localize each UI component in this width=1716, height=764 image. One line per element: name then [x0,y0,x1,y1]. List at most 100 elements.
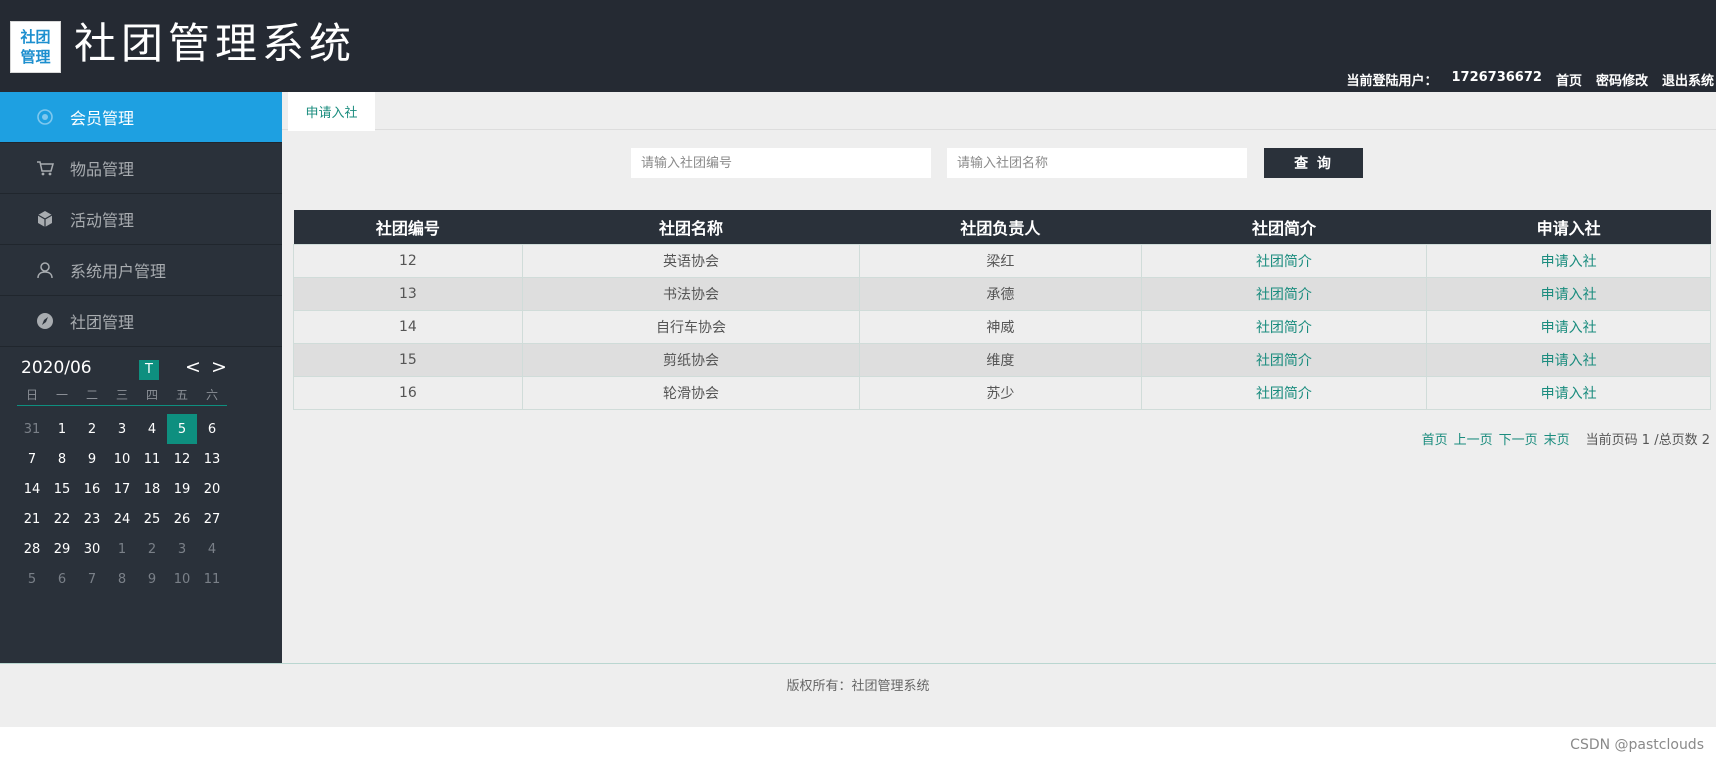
club-intro-link[interactable]: 社团简介 [1140,276,1428,311]
calendar-day[interactable]: 26 [167,504,197,534]
calendar-today-button[interactable]: T [139,360,159,380]
calendar-day[interactable]: 12 [167,444,197,474]
sidebar-item-club[interactable]: 社团管理 [0,296,282,347]
calendar-day[interactable]: 8 [107,564,137,594]
calendar-day[interactable]: 6 [197,414,227,444]
calendar-day[interactable]: 7 [17,444,47,474]
calendar-day[interactable]: 16 [77,474,107,504]
apply-join-link[interactable]: 申请入社 [1426,342,1711,377]
calendar-day[interactable]: 11 [137,444,167,474]
club-intro-link[interactable]: 社团简介 [1140,243,1428,278]
sidebar-item-goods[interactable]: 物品管理 [0,143,282,194]
sidebar: 会员管理 物品管理 活动管理 系统用户管理 社团管理 2020/06 T < >… [0,92,282,663]
calendar-prev-button[interactable]: < [185,356,201,378]
club-name-cell: 英语协会 [521,243,861,278]
apply-join-link[interactable]: 申请入社 [1426,309,1711,344]
calendar-day[interactable]: 25 [137,504,167,534]
club-name-cell: 轮滑协会 [521,375,861,410]
table-row: 13 书法协会 承德 社团简介 申请入社 [293,276,1711,311]
calendar-day[interactable]: 30 [77,534,107,564]
column-header: 申请入社 [1426,210,1711,244]
calendar-day[interactable]: 24 [107,504,137,534]
calendar-day[interactable]: 31 [17,414,47,444]
club-name-input[interactable] [947,148,1247,178]
prev-page-link[interactable]: 上一页 [1454,429,1493,448]
first-page-link[interactable]: 首页 [1422,429,1448,448]
calendar-day[interactable]: 10 [167,564,197,594]
calendar-day[interactable]: 9 [77,444,107,474]
club-name-cell: 自行车协会 [521,309,861,344]
calendar-day[interactable]: 19 [167,474,197,504]
table-row: 16 轮滑协会 苏少 社团简介 申请入社 [293,375,1711,410]
club-leader-cell: 承德 [859,276,1142,311]
user-icon [34,259,56,281]
calendar-day[interactable]: 27 [197,504,227,534]
calendar-day[interactable]: 13 [197,444,227,474]
club-number-cell: 12 [293,243,523,278]
club-name-cell: 剪纸协会 [521,342,861,377]
calendar-day[interactable]: 20 [197,474,227,504]
tab-bar: 申请入社 [282,92,1716,131]
calendar-weekday: 二 [85,388,98,402]
table-header-row: 社团编号 社团名称 社团负责人 社团简介 申请入社 [293,210,1711,244]
sidebar-item-label: 活动管理 [70,211,135,230]
calendar-day[interactable]: 4 [197,534,227,564]
club-intro-link[interactable]: 社团简介 [1140,342,1428,377]
tab-apply-join[interactable]: 申请入社 [288,92,375,131]
club-intro-link[interactable]: 社团简介 [1140,375,1428,410]
member-icon [34,106,56,128]
search-button[interactable]: 查 询 [1264,148,1363,178]
calendar-weekday: 四 [145,388,158,402]
main-content: 申请入社 查 询 社团编号 社团名称 社团负责人 社团简介 申请入社 12英语协… [282,92,1716,663]
last-page-link[interactable]: 末页 [1544,429,1570,448]
calendar-day[interactable]: 1 [107,534,137,564]
calendar-day[interactable]: 29 [47,534,77,564]
logo-text-line2: 管理 [20,48,51,66]
sidebar-item-member[interactable]: 会员管理 [0,92,282,143]
calendar-day[interactable]: 14 [17,474,47,504]
sidebar-item-activity[interactable]: 活动管理 [0,194,282,245]
calendar-day[interactable]: 6 [47,564,77,594]
club-intro-link[interactable]: 社团简介 [1140,309,1428,344]
calendar-day[interactable]: 17 [107,474,137,504]
calendar-day[interactable]: 5 [17,564,47,594]
sidebar-item-system-user[interactable]: 系统用户管理 [0,245,282,296]
calendar-day[interactable]: 9 [137,564,167,594]
calendar-day[interactable]: 8 [47,444,77,474]
calendar-next-button[interactable]: > [211,356,227,378]
club-number-input[interactable] [631,148,931,178]
calendar-day[interactable]: 10 [107,444,137,474]
next-page-link[interactable]: 下一页 [1499,429,1538,448]
calendar-day[interactable]: 7 [77,564,107,594]
calendar-day[interactable]: 21 [17,504,47,534]
calendar-day[interactable]: 1 [47,414,77,444]
calendar-day[interactable]: 3 [167,534,197,564]
top-links: 当前登陆用户： 1726736672 首页 密码修改 退出系统 [1346,70,1714,89]
change-password-link[interactable]: 密码修改 [1596,70,1648,89]
calendar-day[interactable]: 4 [137,414,167,444]
calendar-day[interactable]: 28 [17,534,47,564]
logout-link[interactable]: 退出系统 [1662,70,1714,89]
sidebar-item-label: 会员管理 [70,109,135,128]
current-user-id: 1726736672 [1451,70,1542,85]
apply-join-link[interactable]: 申请入社 [1426,276,1711,311]
calendar-day[interactable]: 2 [137,534,167,564]
search-bar: 查 询 [282,148,1716,178]
calendar-day[interactable]: 5 [167,414,197,444]
calendar-day[interactable]: 18 [137,474,167,504]
calendar-day[interactable]: 15 [47,474,77,504]
copyright-text: 版权所有：社团管理系统 [786,679,930,694]
calendar-day[interactable]: 23 [77,504,107,534]
calendar-day[interactable]: 11 [197,564,227,594]
club-leader-cell: 梁红 [859,243,1142,278]
compass-icon [34,310,56,332]
home-link[interactable]: 首页 [1556,70,1582,89]
calendar-weekday: 五 [175,388,188,402]
calendar-day[interactable]: 2 [77,414,107,444]
apply-join-link[interactable]: 申请入社 [1426,243,1711,278]
table-row: 14 自行车协会 神威 社团简介 申请入社 [293,309,1711,344]
apply-join-link[interactable]: 申请入社 [1426,375,1711,410]
calendar-day[interactable]: 3 [107,414,137,444]
calendar-day[interactable]: 22 [47,504,77,534]
app-logo: 社团 管理 [10,21,61,73]
